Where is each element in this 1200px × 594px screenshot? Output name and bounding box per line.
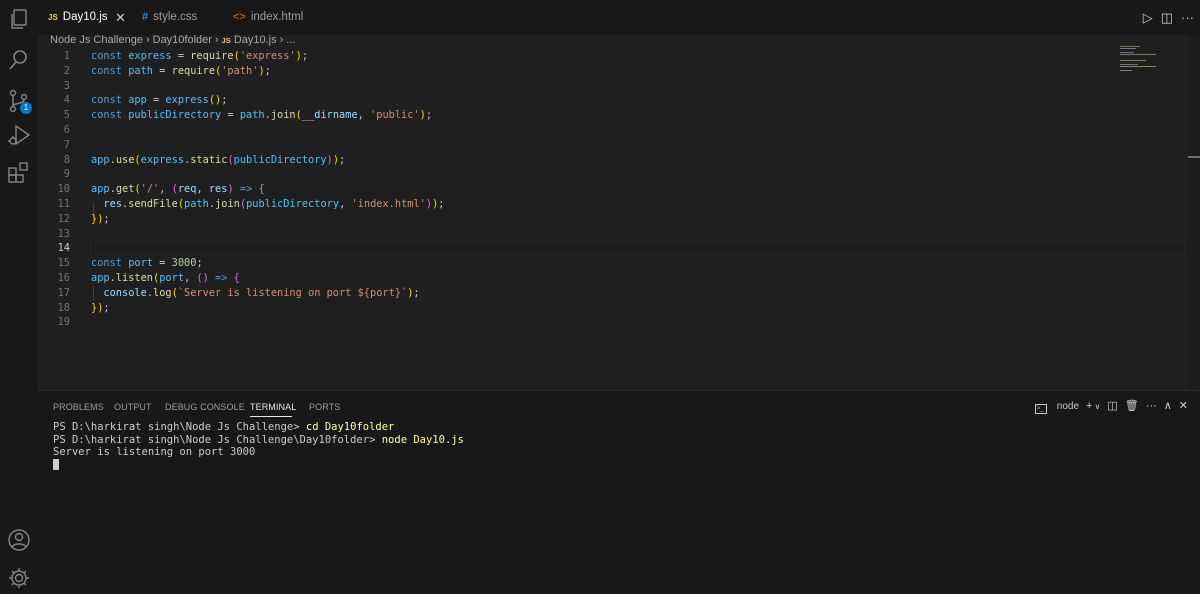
terminal-selector[interactable]: >_ node <box>1028 400 1080 414</box>
tab-label: Day10.js <box>62 11 108 23</box>
line-number: 12 <box>57 212 70 225</box>
code-line[interactable]: const express = require('express'); <box>91 50 308 62</box>
code-line[interactable]: app.listen(port, () => { <box>91 272 240 284</box>
code-line[interactable]: }); <box>91 302 110 314</box>
line-number: 19 <box>57 316 70 329</box>
editor-actions: ▷ ◫ ··· <box>1135 0 1194 35</box>
split-editor-icon[interactable]: ◫ <box>1161 10 1173 25</box>
line-number: 2 <box>63 64 70 77</box>
chevron-right-icon: › <box>145 34 150 46</box>
javascript-file-icon: JS <box>48 13 58 22</box>
line-number: 9 <box>63 168 70 181</box>
line-number: 3 <box>63 79 70 92</box>
terminal-line: Server is listening on port 3000 <box>53 446 256 458</box>
tab-problems[interactable]: PROBLEMS <box>53 402 104 412</box>
tab-label: style.css <box>153 11 198 23</box>
code-line[interactable]: app.use(express.static(publicDirectory))… <box>91 154 345 166</box>
line-number: 10 <box>57 183 70 196</box>
minimap[interactable] <box>1120 46 1158 76</box>
source-control-badge: 1 <box>20 102 32 114</box>
breadcrumb-item[interactable]: Node Js Challenge <box>50 34 143 46</box>
breadcrumb-item[interactable]: Day10.js <box>234 34 277 46</box>
tab-day10-js[interactable]: JS Day10.js <box>48 0 108 35</box>
settings-gear-icon[interactable] <box>6 565 32 591</box>
breadcrumb-item[interactable]: ... <box>286 34 295 46</box>
breadcrumb-item[interactable]: Day10folder <box>153 34 212 46</box>
line-number: 18 <box>57 301 70 314</box>
code-editor[interactable]: 1 const express = require('express'); 2 con… <box>38 48 1188 390</box>
scrollbar-cursor-marker <box>1188 156 1200 158</box>
tab-ports[interactable]: PORTS <box>309 402 340 412</box>
terminal-line: PS D:\harkirat singh\Node Js Challenge> … <box>53 421 395 433</box>
line-number: 13 <box>57 227 70 240</box>
tab-output[interactable]: OUTPUT <box>114 402 152 412</box>
chevron-up-icon[interactable]: ∧ <box>1164 400 1172 412</box>
terminal-icon: >_ <box>1034 404 1047 414</box>
bottom-panel: PROBLEMS OUTPUT DEBUG CONSOLE TERMINAL P… <box>38 390 1200 594</box>
run-debug-icon[interactable] <box>6 122 32 148</box>
tab-label: index.html <box>250 11 304 23</box>
line-number: 15 <box>57 257 70 270</box>
line-number: 16 <box>57 272 70 284</box>
run-file-icon[interactable]: ▷ <box>1143 10 1153 25</box>
tab-index-html[interactable]: <> index.html <box>233 0 303 35</box>
new-terminal-icon[interactable]: + <box>1086 400 1092 412</box>
source-control-icon[interactable]: 1 <box>6 88 32 114</box>
breadcrumb: Node Js Challenge › Day10folder › JS Day10.js… <box>50 34 295 48</box>
css-file-icon: # <box>142 11 149 23</box>
code-line[interactable]: const port = 3000; <box>91 257 203 269</box>
active-tab-indicator <box>250 416 292 417</box>
line-number: 17 <box>57 286 70 299</box>
code-line[interactable]: const path = require('path'); <box>91 65 271 77</box>
chevron-down-icon[interactable]: ∨ <box>1094 402 1100 411</box>
close-panel-icon[interactable]: ✕ <box>1179 400 1188 412</box>
terminal-command: node Day10.js <box>381 433 464 446</box>
terminal-cursor <box>53 458 59 470</box>
more-actions-icon[interactable]: ··· <box>1146 400 1157 412</box>
code-line[interactable]: app.get('/', (req, res) => { <box>91 183 265 195</box>
trash-icon[interactable]: 🗑 <box>1125 400 1139 412</box>
account-icon[interactable] <box>6 527 32 553</box>
line-number: 8 <box>63 153 70 166</box>
line-number: 5 <box>63 109 70 122</box>
extensions-icon[interactable] <box>6 160 32 186</box>
line-number: 7 <box>63 138 70 151</box>
line-number: 6 <box>63 124 70 136</box>
code-line[interactable]: console.log(`Server is listening on port… <box>91 287 419 299</box>
code-line[interactable]: const app = express(); <box>91 94 227 106</box>
code-line[interactable]: const publicDirectory = path.join(__dirn… <box>91 109 432 121</box>
vertical-scrollbar[interactable] <box>1188 35 1200 390</box>
chevron-right-icon: › <box>279 34 284 46</box>
tab-terminal[interactable]: TERMINAL <box>250 402 296 412</box>
code-line[interactable]: res.sendFile(path.join(publicDirectory, … <box>91 198 444 210</box>
terminal-command: cd Day10folder <box>305 421 395 433</box>
more-actions-icon[interactable]: ··· <box>1181 10 1194 25</box>
chevron-right-icon: › <box>214 34 219 46</box>
line-number: 11 <box>57 198 70 210</box>
search-icon[interactable] <box>6 47 32 73</box>
javascript-file-icon: JS <box>221 36 231 45</box>
line-number: 1 <box>63 50 70 62</box>
html-file-icon: <> <box>233 11 246 23</box>
current-line-highlight <box>90 241 1185 255</box>
terminal-output[interactable]: PS D:\harkirat singh\Node Js Challenge> … <box>53 421 464 472</box>
tab-style-css[interactable]: # style.css <box>142 0 197 35</box>
terminal-name: node <box>1056 401 1080 412</box>
explorer-icon[interactable] <box>6 6 32 32</box>
activity-bar: 1 <box>0 0 38 594</box>
terminal-line: PS D:\harkirat singh\Node Js Challenge\D… <box>53 433 464 446</box>
panel-actions: >_ node + ∨ ◫ 🗑 ··· ∧ ✕ <box>1021 399 1188 415</box>
line-number: 4 <box>63 94 70 107</box>
close-tab-icon[interactable]: ✕ <box>115 0 126 35</box>
line-number: 14 <box>57 242 70 255</box>
editor-tab-bar: JS Day10.js ✕ # style.css <> index.html ▷ ◫ ·… <box>38 0 1200 35</box>
code-line[interactable]: }); <box>91 213 110 225</box>
split-terminal-icon[interactable]: ◫ <box>1107 400 1117 412</box>
tab-debug-console[interactable]: DEBUG CONSOLE <box>165 402 245 412</box>
